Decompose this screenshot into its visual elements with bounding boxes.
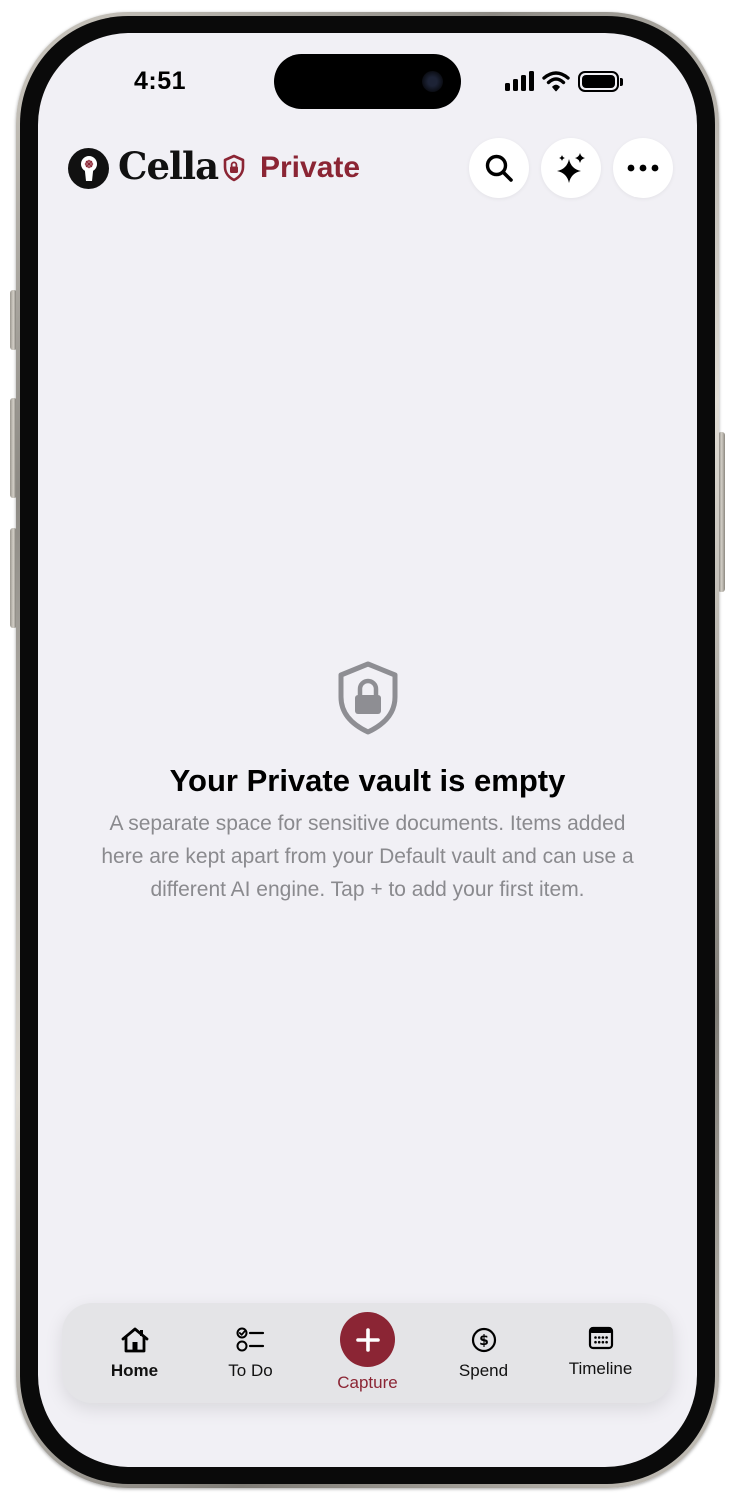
screen: 4:51 Cella Private Your Private vault is…: [38, 33, 697, 1467]
capture-button[interactable]: [340, 1312, 395, 1367]
checklist-icon: [236, 1327, 264, 1352]
home-icon: [121, 1327, 148, 1353]
battery-icon: [578, 70, 623, 92]
keyhole-logo-icon: [80, 155, 97, 181]
more-icon: [627, 164, 659, 172]
tab-bar: Home To Do Capture $ Spend Timeline: [62, 1303, 673, 1403]
plus-icon: [355, 1327, 380, 1352]
tab-label: Timeline: [568, 1359, 633, 1378]
status-time: 4:51: [134, 67, 187, 95]
power-button: [718, 432, 725, 592]
vault-switcher[interactable]: Private: [222, 151, 360, 185]
search-icon: [485, 154, 513, 182]
sparkles-icon: [557, 153, 585, 183]
calendar-icon: [588, 1326, 613, 1350]
tab-to-do[interactable]: To Do: [192, 1303, 309, 1403]
svg-text:$: $: [479, 1333, 489, 1349]
wifi-icon: [542, 71, 570, 92]
tab-label: Capture: [337, 1373, 398, 1392]
shield-lock-icon: [338, 661, 398, 735]
tab-spend[interactable]: $ Spend: [425, 1303, 542, 1403]
ai-assistant-button[interactable]: [541, 138, 601, 198]
tab-label: Home: [110, 1361, 159, 1380]
search-button[interactable]: [469, 138, 529, 198]
tab-label: Spend: [458, 1361, 509, 1380]
camera-icon: [422, 71, 443, 92]
empty-state-title: Your Private vault is empty: [169, 763, 566, 798]
tab-timeline[interactable]: Timeline: [542, 1303, 659, 1403]
shield-lock-icon: [223, 154, 245, 182]
more-button[interactable]: [613, 138, 673, 198]
empty-state-description: A separate space for sensitive documents…: [101, 812, 634, 901]
app-name: Cella: [118, 144, 219, 188]
vault-name: Private: [260, 151, 361, 184]
tab-label: To Do: [228, 1361, 273, 1380]
status-icons: [505, 69, 623, 93]
cellular-signal-icon: [505, 71, 534, 91]
dollar-icon: $: [471, 1327, 496, 1353]
tab-home[interactable]: Home: [76, 1303, 193, 1403]
cella-logo: [68, 148, 109, 189]
tab-capture[interactable]: Capture: [309, 1303, 426, 1403]
dynamic-island: [274, 54, 461, 109]
